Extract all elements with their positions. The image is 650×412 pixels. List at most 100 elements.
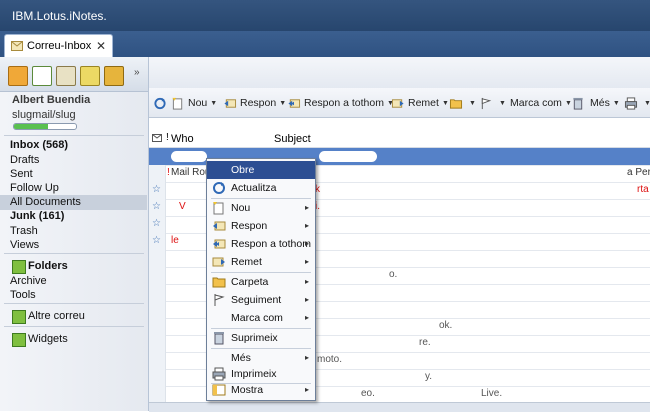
row-gutter — [149, 386, 166, 403]
star-icon[interactable]: ☆ — [152, 201, 161, 212]
menu-item-show[interactable]: Mostra ▸ — [207, 381, 315, 399]
star-icon[interactable]: ☆ — [152, 218, 161, 229]
submenu-arrow-icon: ▸ — [304, 313, 309, 322]
column-subject[interactable]: Subject — [274, 133, 311, 145]
menu-item-label: Marca com — [231, 312, 283, 324]
mail-toolbar: Nou ▼ Respon ▼ Respon a tothom ▼ Remet ▼ ▼ ▼… — [149, 88, 650, 118]
view-icon — [212, 384, 226, 396]
menu-item-forward[interactable]: Remet ▸ — [207, 253, 315, 271]
menu-item-label: Imprimeix — [231, 368, 277, 380]
sidebar-item-follow-up[interactable]: Follow Up — [10, 182, 59, 194]
more-button[interactable]: Més ▼ — [590, 94, 620, 112]
submenu-arrow-icon: ▸ — [304, 295, 309, 304]
reply-all-button-label: Respon a tothom — [304, 97, 384, 109]
user-name: Albert Buendia — [12, 94, 91, 106]
submenu-arrow-icon: ▸ — [304, 277, 309, 286]
app-brand: IBM.Lotus.iNotes. — [12, 9, 107, 23]
tab-strip: Correu-Inbox ✕ — [0, 31, 650, 58]
star-icon[interactable]: ☆ — [152, 184, 161, 195]
folder-button[interactable]: ▼ — [449, 94, 476, 112]
delete-button[interactable] — [571, 94, 588, 112]
new-button-label: Nou — [188, 97, 208, 109]
menu-item-label: Obre — [231, 164, 255, 176]
todo-icon[interactable] — [80, 66, 100, 86]
menu-item-mark-as[interactable]: Marca com ▸ — [207, 309, 315, 327]
divider — [4, 253, 144, 254]
notebook-icon[interactable] — [104, 66, 124, 86]
row-gutter — [149, 284, 166, 301]
redacted-subject — [319, 151, 377, 162]
submenu-arrow-icon: ▸ — [304, 203, 309, 212]
menu-item-refresh[interactable]: Actualitza — [207, 179, 315, 197]
row-snippet: re. — [419, 337, 431, 348]
user-mail-id: slugmail/slug — [12, 109, 76, 121]
column-who[interactable]: Who — [171, 133, 194, 145]
mail-icon — [11, 41, 23, 51]
folders-heading[interactable]: Folders — [28, 260, 68, 272]
trash-icon — [214, 332, 224, 345]
printer-icon — [212, 367, 226, 381]
refresh-button[interactable] — [153, 94, 170, 112]
reply-button-label: Respon — [240, 97, 277, 109]
submenu-arrow-icon: ▸ — [304, 221, 309, 230]
row-sender-fragment: le — [171, 235, 179, 246]
forward-icon — [212, 257, 225, 267]
reply-button[interactable]: Respon ▼ — [223, 94, 286, 112]
menu-item-follow-up[interactable]: Seguiment ▸ — [207, 291, 315, 309]
sidebar-item-inbox[interactable]: Inbox (568) — [10, 139, 68, 151]
sidebar-item-other-mail[interactable]: Altre correu — [28, 310, 85, 322]
more-apps-chevron-icon[interactable]: » — [134, 67, 140, 78]
sidebar-item-sent[interactable]: Sent — [10, 168, 33, 180]
sidebar-item-views[interactable]: Views — [10, 239, 39, 251]
tab-inbox[interactable]: Correu-Inbox ✕ — [4, 34, 113, 58]
menu-item-label: Suprimeix — [231, 332, 278, 344]
more-button-label: Més — [590, 97, 610, 109]
row-snippet: o. — [389, 269, 398, 280]
flag-icon — [214, 294, 225, 306]
reply-all-button[interactable]: Respon a tothom ▼ — [287, 94, 394, 112]
new-button[interactable]: Nou ▼ — [171, 94, 217, 112]
menu-item-label: Actualitza — [231, 182, 277, 194]
sidebar-item-all-documents[interactable]: All Documents — [10, 196, 81, 208]
reply-all-icon — [213, 239, 226, 249]
sidebar-item-trash[interactable]: Trash — [10, 225, 38, 237]
menu-item-reply-all[interactable]: Respon a tothom ▸ — [207, 235, 315, 253]
new-document-icon — [172, 97, 183, 110]
folder-icon — [212, 277, 226, 288]
mark-as-button[interactable]: Marca com ▼ — [510, 94, 572, 112]
row-gutter: ☆ — [149, 199, 166, 216]
menu-item-label: Nou — [231, 202, 251, 214]
forward-button[interactable]: Remet ▼ — [391, 94, 449, 112]
close-tab-icon[interactable]: ✕ — [96, 39, 106, 53]
menu-item-open[interactable]: Obre — [207, 161, 315, 179]
mail-app-icon[interactable] — [8, 66, 28, 86]
follow-up-button[interactable]: ▼ — [479, 94, 506, 112]
menu-item-new[interactable]: Nou ▸ — [207, 199, 315, 217]
reply-icon — [224, 98, 237, 108]
sidebar-item-drafts[interactable]: Drafts — [10, 154, 39, 166]
sidebar-item-tools[interactable]: Tools — [10, 289, 36, 301]
row-gutter — [149, 250, 166, 267]
menu-item-folder[interactable]: Carpeta ▸ — [207, 273, 315, 291]
contacts-icon[interactable] — [56, 66, 76, 86]
sidebar-item-widgets[interactable]: Widgets — [28, 333, 68, 345]
sidebar-item-junk[interactable]: Junk (161) — [10, 210, 64, 222]
folders-icon — [12, 260, 26, 274]
trash-icon — [573, 97, 583, 110]
tab-label: Correu-Inbox — [27, 40, 92, 52]
importance-column-icon[interactable]: ! — [166, 132, 169, 143]
left-navigation-panel: » Albert Buendia slugmail/slug Inbox (56… — [0, 57, 149, 411]
print-button[interactable]: ▼ — [624, 94, 650, 112]
message-list-header: ! Who Subject — [149, 130, 650, 148]
menu-item-reply[interactable]: Respon ▸ — [207, 217, 315, 235]
mark-as-button-label: Marca com — [510, 97, 562, 109]
menu-item-label: Respon — [231, 220, 268, 232]
menu-item-delete[interactable]: Suprimeix — [207, 329, 315, 347]
context-menu: Obre Actualitza Nou ▸ Respon ▸ Respon a … — [206, 158, 316, 401]
app-switcher-toolbar: » — [0, 57, 148, 92]
calendar-icon[interactable] — [32, 66, 52, 86]
submenu-arrow-icon: ▸ — [304, 353, 309, 362]
row-snippet: y. — [425, 371, 433, 382]
star-icon[interactable]: ☆ — [152, 235, 161, 246]
sidebar-item-archive[interactable]: Archive — [10, 275, 47, 287]
